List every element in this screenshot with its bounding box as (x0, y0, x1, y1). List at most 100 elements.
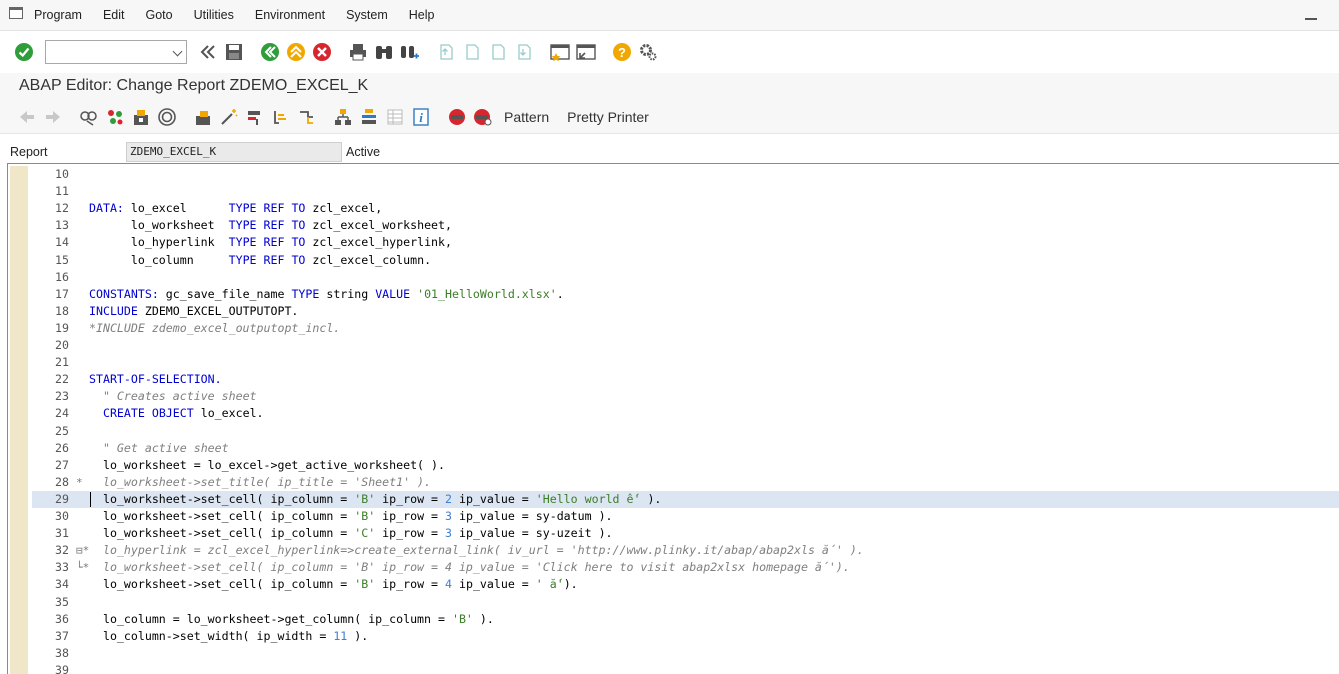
line-number: 25 (55, 423, 69, 438)
code-token: TO (291, 252, 306, 267)
pretty-printer-button[interactable]: Pretty Printer (567, 109, 649, 125)
code-line[interactable]: 35 (32, 594, 1339, 611)
menu-edit[interactable]: Edit (103, 8, 125, 22)
hierarchy-icon[interactable] (333, 107, 353, 127)
settings-icon[interactable] (638, 42, 658, 62)
code-line[interactable]: 33 └* lo_worksheet->set_cell( ip_column =… (32, 559, 1339, 576)
code-line[interactable]: 11 (32, 183, 1339, 200)
code-line[interactable]: 32 ⊟* lo_hyperlink = zcl_excel_hyperlink=… (32, 542, 1339, 559)
code-line[interactable]: 13 lo_worksheet TYPE REF TO zcl_excel_wo… (32, 217, 1339, 234)
code-text: lo_worksheet TYPE REF TO zcl_excel_works… (89, 217, 452, 234)
line-number: 23 (55, 389, 69, 404)
code-line[interactable]: 24 CREATE OBJECT lo_excel. (32, 405, 1339, 422)
first-page-icon[interactable] (436, 42, 456, 62)
code-token: lo_worksheet->set_cell( ip_column = (89, 577, 355, 592)
where-used-icon[interactable] (245, 107, 265, 127)
display-change-icon[interactable] (79, 107, 99, 127)
find-next-icon[interactable] (400, 42, 420, 62)
chevron-down-icon[interactable] (172, 46, 183, 57)
other-object-icon[interactable] (105, 107, 125, 127)
minimize-icon[interactable] (1305, 18, 1317, 20)
menu-system[interactable]: System (346, 8, 388, 22)
code-line[interactable]: 15 lo_column TYPE REF TO zcl_excel_colum… (32, 252, 1339, 269)
code-text: lo_worksheet->set_title( ip_title = 'She… (89, 474, 431, 491)
arrow-right-icon[interactable] (43, 107, 63, 127)
double-chevron-left-icon[interactable] (198, 42, 218, 62)
code-token: ip_row = (375, 509, 446, 523)
new-session-icon[interactable] (550, 42, 570, 62)
line-marker: ⊟* (76, 544, 90, 558)
code-token: ZDEMO_EXCEL_OUTPUTOPT. (137, 303, 299, 318)
object-list-icon[interactable] (359, 107, 379, 127)
code-line[interactable]: 16 (32, 269, 1339, 286)
code-text: START-OF-SELECTION. (89, 371, 222, 388)
code-line[interactable]: 34 lo_worksheet->set_cell( ip_column = '… (32, 576, 1339, 593)
back-icon[interactable] (260, 42, 280, 62)
enhancement-icon[interactable] (297, 107, 317, 127)
table-icon[interactable] (385, 107, 405, 127)
external-breakpoint-icon[interactable] (473, 107, 493, 127)
find-icon[interactable] (374, 42, 394, 62)
code-line[interactable]: 38 (32, 645, 1339, 662)
help-icon[interactable]: ? (612, 42, 632, 62)
menu-utilities[interactable]: Utilities (194, 8, 234, 22)
code-line[interactable]: 31 lo_worksheet->set_cell( ip_column = '… (32, 525, 1339, 542)
code-editor[interactable]: 10 11 12 DATA: lo_excel TYPE REF TO zcl_exc… (7, 163, 1339, 674)
system-menu-icon[interactable] (9, 7, 23, 19)
test-icon[interactable] (193, 107, 213, 127)
code-line[interactable]: 28 * lo_worksheet->set_title( ip_title = … (32, 474, 1339, 491)
pattern-button[interactable]: Pattern (504, 109, 549, 125)
code-token: 'B' (354, 491, 376, 506)
code-text: lo_worksheet->set_cell( ip_column = 'C' … (89, 525, 613, 542)
activate-icon[interactable] (157, 107, 177, 127)
menu-help[interactable]: Help (409, 8, 435, 22)
code-line[interactable]: 10 (32, 166, 1339, 183)
arrow-left-icon[interactable] (17, 107, 37, 127)
code-text: INCLUDE ZDEMO_EXCEL_OUTPUTOPT. (89, 303, 298, 320)
code-line[interactable]: 39 (32, 662, 1339, 674)
enter-icon[interactable] (14, 42, 34, 62)
cancel-icon[interactable] (312, 42, 332, 62)
code-line[interactable]: 17 CONSTANTS: gc_save_file_name TYPE stri… (32, 286, 1339, 303)
previous-page-icon[interactable] (462, 42, 482, 62)
code-line[interactable]: 14 lo_hyperlink TYPE REF TO zcl_excel_hy… (32, 234, 1339, 251)
svg-text:?: ? (618, 45, 626, 60)
shortcut-icon[interactable] (576, 42, 596, 62)
code-line[interactable]: 12 DATA: lo_excel TYPE REF TO zcl_excel, (32, 200, 1339, 217)
code-line[interactable]: 30 lo_worksheet->set_cell( ip_column = '… (32, 508, 1339, 525)
code-token: zcl_excel_hyperlink, (305, 235, 453, 250)
code-line[interactable]: 21 (32, 354, 1339, 371)
code-line[interactable]: 37 lo_column->set_width( ip_width = 11 )… (32, 628, 1339, 645)
next-page-icon[interactable] (488, 42, 508, 62)
code-line[interactable]: 22 START-OF-SELECTION. (32, 371, 1339, 388)
check-icon[interactable] (131, 107, 151, 127)
navigate-icon[interactable] (271, 107, 291, 127)
code-line[interactable]: 36 lo_column = lo_worksheet->get_column(… (32, 611, 1339, 628)
magic-wand-icon[interactable] (219, 107, 239, 127)
code-line[interactable]: 19 *INCLUDE zdemo_excel_outputopt_incl. (32, 320, 1339, 337)
menu-goto[interactable]: Goto (145, 8, 172, 22)
save-icon[interactable] (224, 42, 244, 62)
code-line[interactable]: 18 INCLUDE ZDEMO_EXCEL_OUTPUTOPT. (32, 303, 1339, 320)
code-token: REF (263, 201, 285, 216)
code-line[interactable]: 20 (32, 337, 1339, 354)
code-token: TYPE (228, 252, 257, 267)
breakpoint-icon[interactable] (447, 107, 467, 127)
last-page-icon[interactable] (514, 42, 534, 62)
command-field[interactable] (45, 40, 187, 64)
exit-icon[interactable] (286, 42, 306, 62)
code-line[interactable]: 26 " Get active sheet (32, 440, 1339, 457)
line-number: 10 (55, 167, 69, 181)
code-token: lo_worksheet = lo_excel->get_active_work… (89, 457, 445, 472)
code-line[interactable]: 27 lo_worksheet = lo_excel->get_active_w… (32, 457, 1339, 474)
menu-program[interactable]: Program (34, 8, 82, 22)
code-line[interactable]: 25 (32, 423, 1339, 440)
menu-environment[interactable]: Environment (255, 8, 325, 22)
code-line[interactable]: 29 lo_worksheet->set_cell( ip_column = '… (32, 490, 1339, 508)
code-line[interactable]: 23 " Creates active sheet (32, 388, 1339, 405)
code-token: TO (291, 218, 306, 233)
print-icon[interactable] (348, 42, 368, 62)
info-icon[interactable]: i (411, 107, 431, 127)
line-number: 27 (55, 457, 69, 472)
